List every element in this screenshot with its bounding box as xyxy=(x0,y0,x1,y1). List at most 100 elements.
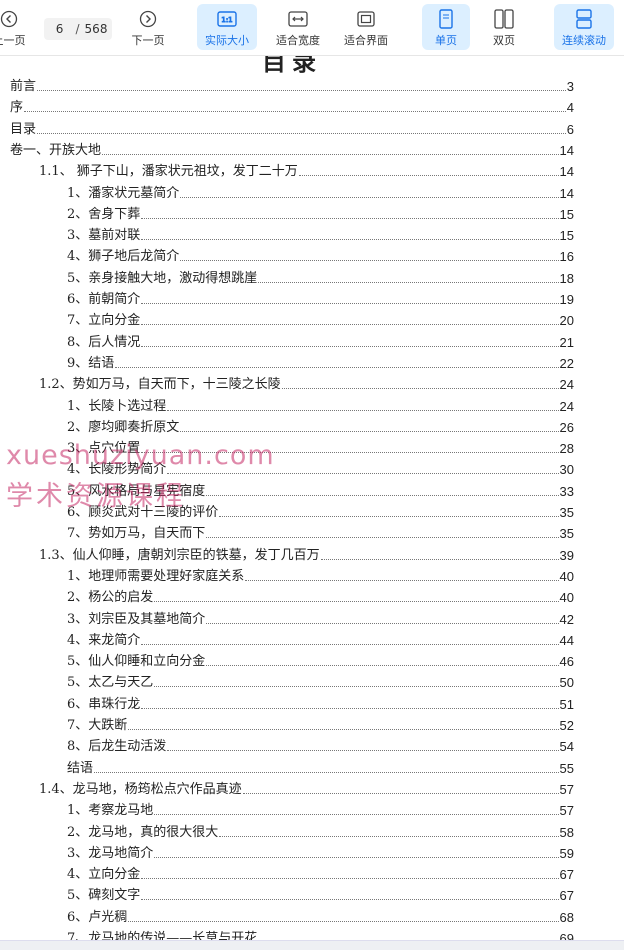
toc-entry[interactable]: 6、前朝简介 19 xyxy=(67,287,574,308)
toc-dot-leader xyxy=(141,345,559,347)
toc-entry[interactable]: 序4 xyxy=(10,95,574,116)
toc-entry-title: 2、廖均卿奏折原文 xyxy=(67,419,180,435)
toc-entry-page: 24 xyxy=(559,398,574,414)
toc-entry-page: 30 xyxy=(559,462,574,478)
toc-entry[interactable]: 3、墓前对联 15 xyxy=(67,223,574,244)
toc-entry[interactable]: 前言 3 xyxy=(10,74,574,95)
toc-entry-page: 67 xyxy=(559,867,574,883)
toc-entry[interactable]: 5、仙人仰睡和立向分金 46 xyxy=(67,649,574,670)
toc-entry-title: 4、狮子地后龙简介 xyxy=(67,249,180,265)
toc-entry[interactable]: 7、立向分金 20 xyxy=(67,308,574,329)
page-number-input[interactable]: 6 xyxy=(49,22,71,36)
page-separator: / xyxy=(75,22,80,36)
toc-entry-title: 1、地理师需要处理好家庭关系 xyxy=(67,568,245,584)
toc-entry-page: 15 xyxy=(559,206,574,222)
toc-entry-title: 2、舍身下葬 xyxy=(67,206,141,222)
toc-entry-title: 3、点穴位置 xyxy=(67,441,141,457)
toc-entry[interactable]: 1、地理师需要处理好家庭关系 40 xyxy=(67,564,574,585)
toc-entry-page: 22 xyxy=(559,355,574,371)
toc-entry[interactable]: 1.4、龙马地，杨筠松点穴作品真迹 57 xyxy=(39,777,574,798)
single-page-button[interactable]: 单页 xyxy=(422,4,470,50)
horizontal-scrollbar[interactable] xyxy=(0,940,624,950)
actual-size-button[interactable]: 1:1 实际大小 xyxy=(197,4,257,50)
toc-entry[interactable]: 6、顾炎武对十三陵的评价 35 xyxy=(67,500,574,521)
toc-entry-page: 14 xyxy=(559,142,574,158)
toc-entry-title: 目录 xyxy=(10,121,37,137)
toc-entry[interactable]: 5、亲身接触大地，激动得想跳崖 18 xyxy=(67,266,574,287)
toc-entry[interactable]: 结语 55 xyxy=(67,756,574,777)
single-page-label: 单页 xyxy=(435,34,457,47)
toc-entry-title: 8、后人情况 xyxy=(67,334,141,350)
toc-entry-title: 6、前朝简介 xyxy=(67,292,141,307)
toc-entry-page: 55 xyxy=(559,760,574,776)
toc-entry[interactable]: 7、势如万马，自天而下 35 xyxy=(67,521,574,542)
toc-entry[interactable]: 3、龙马地简介 59 xyxy=(67,841,574,862)
toc-dot-leader xyxy=(128,729,559,730)
toc-entry[interactable]: 5、太乙与天乙 50 xyxy=(67,670,574,691)
toc-entry-title: 5、太乙与天乙 xyxy=(67,675,154,691)
toc-dot-leader xyxy=(102,153,559,155)
toc-entry[interactable]: 1.1、 狮子下山，潘家状元祖坟，发丁二十万 14 xyxy=(39,159,574,180)
document-page[interactable]: 目录 前言 3 序 4 目录 6 卷一、开族大地 14 1.1、 狮子下山，潘家状元祖坟，发丁二… xyxy=(0,56,624,940)
toc-entry-title: 5、仙人仰睡和立向分金 xyxy=(67,654,206,670)
toc-entry[interactable]: 5、碑刻文字 67 xyxy=(67,883,574,904)
prev-page-button[interactable]: 上一页 xyxy=(0,4,32,50)
toc-entry[interactable]: 5、风水格局与星宪宿度 33 xyxy=(67,479,574,500)
toc-entry-title: 1.2、势如万马，自天而下，十三陵之长陵 xyxy=(39,377,281,393)
toc-dot-leader xyxy=(154,814,559,816)
toc-entry-title: 5、碑刻文字 xyxy=(67,888,141,904)
prev-page-label: 上一页 xyxy=(0,34,26,47)
toc-entry-page: 35 xyxy=(559,526,574,542)
toc-entry-title: 1、潘家状元墓简介 xyxy=(67,185,180,201)
continuous-scroll-button[interactable]: 连续滚动 xyxy=(554,4,614,50)
toc-dot-leader xyxy=(141,239,559,241)
toc-entry[interactable]: 3、刘宗臣及其墓地简介 42 xyxy=(67,607,574,628)
chevron-left-icon xyxy=(0,8,18,30)
toc-entry-title: 1、考察龙马地 xyxy=(67,803,154,819)
toc-entry[interactable]: 7、龙马地的传说——长草与开花 69 xyxy=(67,926,574,940)
toc-entry[interactable]: 4、来龙简介 44 xyxy=(67,628,574,649)
toc-entry[interactable]: 2、廖均卿奏折原文 26 xyxy=(67,415,574,436)
toc-entry[interactable]: 4、立向分金 67 xyxy=(67,862,574,883)
toc-entry[interactable]: 3、点穴位置 28 xyxy=(67,436,574,457)
toc-entry[interactable]: 1、长陵卜选过程 24 xyxy=(67,394,574,415)
toc-entry-title: 1.1、 狮子下山，潘家状元祖坟，发丁二十万 xyxy=(39,164,298,180)
svg-text:1:1: 1:1 xyxy=(221,16,232,24)
toc-entry[interactable]: 8、后龙生动活泼 54 xyxy=(67,734,574,755)
toc-entry[interactable]: 8、后人情况 21 xyxy=(67,330,574,351)
toc-entry[interactable]: 2、舍身下葬 15 xyxy=(67,202,574,223)
toc-entry-title: 序 xyxy=(10,100,24,116)
toc-entry[interactable]: 1、考察龙马地 57 xyxy=(67,798,574,819)
toc-entry[interactable]: 4、狮子地后龙简介 16 xyxy=(67,244,574,265)
toc-dot-leader xyxy=(180,196,559,198)
fit-page-icon xyxy=(356,8,376,30)
fit-width-button[interactable]: 适合宽度 xyxy=(268,4,328,50)
toc-entry[interactable]: 4、长陵形势简介 30 xyxy=(67,457,574,478)
toc-entry[interactable]: 7、大跌断 52 xyxy=(67,713,574,734)
fit-page-button[interactable]: 适合界面 xyxy=(336,4,396,50)
toc-entry-page: 68 xyxy=(559,909,574,925)
next-page-button[interactable]: 下一页 xyxy=(124,4,172,50)
toc-entry-page: 24 xyxy=(559,377,574,393)
toc-entry[interactable]: 目录 6 xyxy=(10,117,574,138)
toc-entry[interactable]: 6、卢光稠 68 xyxy=(67,905,574,926)
actual-size-label: 实际大小 xyxy=(205,34,249,47)
toc-entry[interactable]: 卷一、开族大地 14 xyxy=(10,138,574,159)
toc-dot-leader xyxy=(37,132,566,134)
toc-dot-leader xyxy=(167,473,559,475)
toc-entry[interactable]: 9、结语 22 xyxy=(67,351,574,372)
double-page-button[interactable]: 双页 xyxy=(480,4,528,50)
toc-entry[interactable]: 1、潘家状元墓简介 14 xyxy=(67,181,574,202)
toc-entry-page: 4 xyxy=(566,100,574,116)
toc-entry[interactable]: 1.3、仙人仰睡，唐朝刘宗臣的铁墓，发丁几百万 39 xyxy=(39,543,574,564)
toc-entry[interactable]: 2、杨公的启发 40 xyxy=(67,585,574,606)
toc-entry-page: 40 xyxy=(559,568,574,584)
toc-entry[interactable]: 1.2、势如万马，自天而下，十三陵之长陵 24 xyxy=(39,372,574,393)
continuous-scroll-label: 连续滚动 xyxy=(562,34,606,47)
toc-entry[interactable]: 2、龙马地，真的很大很大 58 xyxy=(67,820,574,841)
toc-dot-leader xyxy=(141,707,559,709)
toc-entry-title: 卷一、开族大地 xyxy=(10,142,102,158)
toc-entry-title: 5、亲身接触大地，激动得想跳崖 xyxy=(67,270,258,286)
toc-entry[interactable]: 6、串珠行龙 51 xyxy=(67,692,574,713)
toc-entry-title: 1.3、仙人仰睡，唐朝刘宗臣的铁墓，发丁几百万 xyxy=(39,547,320,563)
